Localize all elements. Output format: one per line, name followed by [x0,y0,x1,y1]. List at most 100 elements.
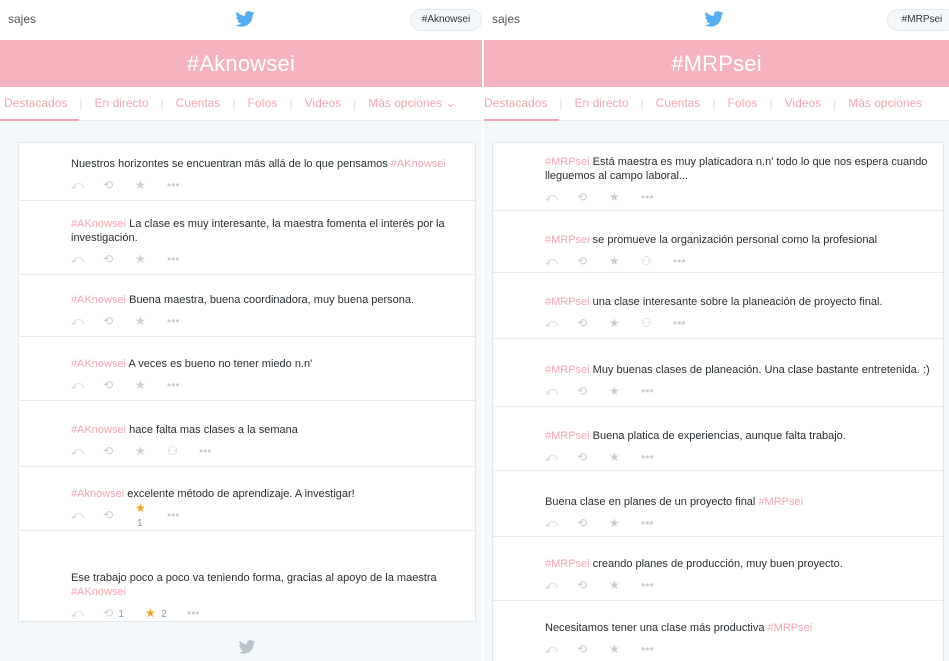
more-icon[interactable]: ••• [167,508,199,522]
search-input[interactable]: #Aknowsei [410,9,482,31]
retweet-icon[interactable]: ⟲ [103,378,135,392]
favorite-star-icon[interactable]: ★ [609,254,641,268]
more-icon[interactable]: ••• [167,314,199,328]
favorite-star-icon[interactable]: ★ [135,444,167,458]
favorite-star-icon[interactable]: ★ [609,190,641,204]
tweet-item[interactable]: #MRPsei Está maestra es muy platicadora … [493,143,943,211]
tab-fotos[interactable]: Fotos [715,87,769,121]
hashtag-link[interactable]: #AKnowsei [71,358,126,370]
hashtag-link[interactable]: #MRPsei [545,364,590,376]
tab-en-directo[interactable]: En directo [83,87,161,121]
hashtag-link[interactable]: #MRPsei [545,156,590,168]
tab-mas-opciones[interactable]: Más opciones [836,87,934,121]
tab-en-directo[interactable]: En directo [563,87,641,121]
favorite-star-icon[interactable]: ★ [135,252,167,266]
hashtag-link[interactable]: #AKnowsei [71,218,126,230]
more-icon[interactable]: ••• [673,316,705,330]
retweet-icon[interactable]: ⟲ [577,642,609,656]
hashtag-link[interactable]: #MRPsei [545,296,590,308]
more-icon[interactable]: ••• [641,190,673,204]
hashtag-link[interactable]: #AKnowsei [71,294,126,306]
retweet-icon[interactable]: ⟲ [577,516,609,530]
retweet-icon[interactable]: ⟲ [577,254,609,268]
more-icon[interactable]: ••• [167,252,199,266]
tweet-item[interactable]: Ese trabajo poco a poco va teniendo form… [19,531,475,623]
tweet-item[interactable]: #MRPsei una clase interesante sobre la p… [493,273,943,339]
favorite-star-icon[interactable]: ★ [135,178,167,192]
tweet-item[interactable]: #MRPsei Buena platica de experiencias, a… [493,407,943,471]
tab-mas-opciones[interactable]: Más opciones ⌄ [356,87,467,121]
tweet-item[interactable]: Nuestros horizontes se encuentran más al… [19,143,475,201]
follow-user-icon[interactable]: ⚇ [641,254,673,268]
follow-user-icon[interactable]: ⚇ [167,444,199,458]
favorite-star-icon[interactable]: ★ 1 [135,501,167,529]
tweet-item[interactable]: #AKnowsei La clase es muy interesante, l… [19,201,475,275]
hashtag-link[interactable]: #AKnowsei [71,586,126,598]
hashtag-link[interactable]: #MRPsei [758,496,803,508]
tweet-item[interactable]: #MRPsei Muy buenas clases de planeación.… [493,339,943,407]
tab-destacados[interactable]: Destacados [0,87,80,121]
favorite-star-icon[interactable]: ★ [609,450,641,464]
reply-icon[interactable]: ⤺ [545,316,577,331]
reply-icon[interactable]: ⤺ [545,642,577,657]
more-icon[interactable]: ••• [167,378,199,392]
tab-fotos[interactable]: Fotos [235,87,289,121]
more-icon[interactable]: ••• [641,384,673,398]
tweet-item[interactable]: #MRPsei creando planes de producción, mu… [493,537,943,601]
search-input[interactable]: #MRPsei [887,9,949,31]
more-icon[interactable]: ••• [199,444,231,458]
more-icon[interactable]: ••• [673,254,705,268]
reply-icon[interactable]: ⤺ [71,378,103,393]
tweet-item[interactable]: #AKnowsei A veces es bueno no tener mied… [19,337,475,401]
reply-icon[interactable]: ⤺ [545,516,577,531]
favorite-star-icon[interactable]: ★ 2 [145,606,187,620]
hashtag-link[interactable]: #AKnowsei [391,158,446,170]
tab-videos[interactable]: Videos [293,87,353,121]
hashtag-link[interactable]: #Aknowsei [71,488,124,500]
retweet-icon[interactable]: ⟲ [577,578,609,592]
retweet-icon[interactable]: ⟲ [103,178,135,192]
more-icon[interactable]: ••• [641,450,673,464]
retweet-icon[interactable]: ⟲ 1 [103,606,145,620]
retweet-icon[interactable]: ⟲ [577,450,609,464]
reply-icon[interactable]: ⤺ [545,384,577,399]
hashtag-link[interactable]: #MRPsei [545,234,590,246]
favorite-star-icon[interactable]: ★ [609,384,641,398]
favorite-star-icon[interactable]: ★ [609,642,641,656]
hashtag-link[interactable]: #MRPsei [768,622,813,634]
more-icon[interactable]: ••• [641,578,673,592]
hashtag-link[interactable]: #AKnowsei [71,424,126,436]
reply-icon[interactable]: ⤺ [71,178,103,193]
retweet-icon[interactable]: ⟲ [577,384,609,398]
tweet-item[interactable]: #AKnowsei hace falta mas clases a la sem… [19,401,475,467]
reply-icon[interactable]: ⤺ [71,252,103,267]
username[interactable]: sajes [8,12,36,26]
favorite-star-icon[interactable]: ★ [135,314,167,328]
tweet-item[interactable]: Buena clase en planes de un proyecto fin… [493,471,943,537]
more-icon[interactable]: ••• [187,606,219,620]
more-icon[interactable]: ••• [641,516,673,530]
favorite-star-icon[interactable]: ★ [135,378,167,392]
retweet-icon[interactable]: ⟲ [577,190,609,204]
more-icon[interactable]: ••• [167,178,199,192]
tweet-item[interactable]: #Aknowsei excelente método de aprendizaj… [19,467,475,531]
tab-cuentas[interactable]: Cuentas [644,87,713,121]
tweet-item[interactable]: Necesitamos tener una clase más producti… [493,601,943,661]
reply-icon[interactable]: ⤺ [71,508,103,523]
retweet-icon[interactable]: ⟲ [103,314,135,328]
retweet-icon[interactable]: ⟲ [103,444,135,458]
reply-icon[interactable]: ⤺ [71,606,103,621]
reply-icon[interactable]: ⤺ [71,314,103,329]
tweet-item[interactable]: #MRPsei se promueve la organización pers… [493,211,943,273]
hashtag-link[interactable]: #MRPsei [545,558,590,570]
reply-icon[interactable]: ⤺ [545,450,577,465]
reply-icon[interactable]: ⤺ [545,254,577,269]
reply-icon[interactable]: ⤺ [71,444,103,459]
favorite-star-icon[interactable]: ★ [609,578,641,592]
retweet-icon[interactable]: ⟲ [103,252,135,266]
tab-destacados[interactable]: Destacados [484,87,560,121]
reply-icon[interactable]: ⤺ [545,190,577,205]
tweet-item[interactable]: #AKnowsei Buena maestra, buena coordinad… [19,275,475,337]
username[interactable]: sajes [492,12,520,26]
more-icon[interactable]: ••• [641,642,673,656]
